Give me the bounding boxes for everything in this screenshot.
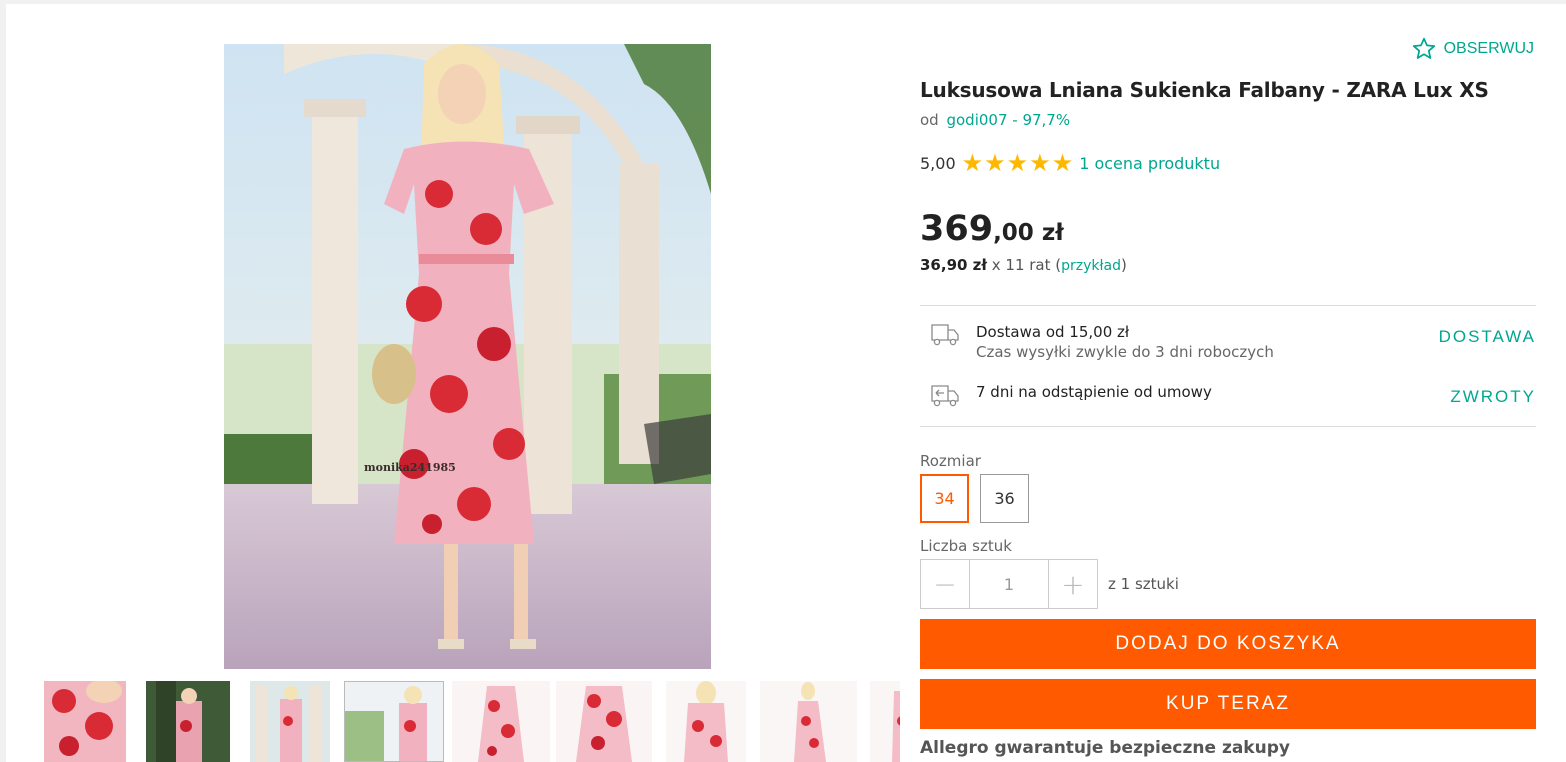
thumbnail-image — [250, 681, 330, 762]
seller-prefix: od — [920, 111, 939, 129]
price-integer: 369 — [920, 209, 994, 249]
quantity-available: z 1 sztuki — [1108, 575, 1179, 593]
quantity-stepper: − + z 1 sztuki — [920, 559, 1179, 609]
decrease-button[interactable]: − — [921, 560, 969, 608]
divider — [920, 426, 1536, 427]
size-label: Rozmiar — [920, 452, 981, 470]
buy-now-button[interactable]: KUP TERAZ — [920, 679, 1536, 729]
thumbnail-6[interactable] — [556, 681, 652, 762]
thumbnail-2[interactable] — [146, 681, 230, 762]
main-product-photo[interactable]: monika241985 — [224, 44, 711, 669]
product-price: 369,00 zł — [920, 209, 1064, 249]
thumbnail-3[interactable] — [250, 681, 330, 762]
installment-example-link[interactable]: przykład — [1061, 258, 1121, 274]
dress-photo-illustration — [224, 44, 711, 669]
follow-label: OBSERWUJ — [1443, 40, 1534, 57]
size-option-34[interactable]: 34 — [920, 474, 969, 523]
rating-stars: ★ ★ ★ ★ ★ — [961, 149, 1074, 177]
seller-line: od godi007 - 97,7% — [920, 111, 1070, 129]
thumbnail-image — [870, 681, 900, 762]
size-option-36[interactable]: 36 — [980, 474, 1029, 523]
star-icon: ★ — [1029, 149, 1051, 177]
divider — [920, 305, 1536, 306]
star-icon: ★ — [984, 149, 1006, 177]
return-truck-icon — [931, 385, 959, 407]
thumbnail-image — [44, 681, 126, 762]
thumbnail-5[interactable] — [452, 681, 550, 762]
installment-amount: 36,90 zł — [920, 256, 987, 274]
follow-button[interactable]: OBSERWUJ — [1411, 36, 1534, 62]
star-icon: ★ — [961, 149, 984, 177]
seller-link[interactable]: godi007 - 97,7% — [946, 111, 1070, 129]
delivery-text: Dostawa od 15,00 zł Czas wysyłki zwykle … — [976, 322, 1274, 362]
installments-line: 36,90 zł x 11 rat (przykład) — [920, 256, 1127, 274]
delivery-truck-icon — [931, 324, 959, 346]
thumbnail-9[interactable] — [870, 681, 900, 762]
thumbnail-4[interactable] — [344, 681, 444, 762]
quantity-label: Liczba sztuk — [920, 537, 1012, 555]
product-card: monika241985 OBSERWUJ Luksusowa Lniana S… — [6, 4, 1566, 762]
installment-count: x 11 rat — [991, 256, 1051, 274]
increase-button[interactable]: + — [1049, 560, 1097, 608]
quantity-input[interactable] — [969, 560, 1049, 608]
returns-link[interactable]: ZWROTY — [1450, 387, 1536, 407]
product-rating: 5,00 ★ ★ ★ ★ ★ 1 ocena produktu — [920, 149, 1220, 177]
add-to-cart-button[interactable]: DODAJ DO KOSZYKA — [920, 619, 1536, 669]
thumbnail-image — [760, 681, 857, 762]
thumbnail-7[interactable] — [666, 681, 746, 762]
installment-paren-close: ) — [1120, 256, 1127, 274]
delivery-subtitle: Czas wysyłki zwykle do 3 dni roboczych — [976, 343, 1274, 361]
star-icon: ★ — [1051, 149, 1074, 177]
returns-row: 7 dni na odstąpienie od umowy ZWROTY — [920, 380, 1536, 414]
thumbnail-image — [146, 681, 230, 762]
star-outline-icon — [1412, 37, 1435, 59]
star-icon: ★ — [1006, 149, 1029, 177]
thumbnail-image — [452, 681, 550, 762]
thumbnail-image — [344, 681, 444, 762]
delivery-title: Dostawa od 15,00 zł — [976, 323, 1130, 341]
guarantee-text: Allegro gwarantuje bezpieczne zakupy — [920, 738, 1290, 758]
delivery-row: Dostawa od 15,00 zł Czas wysyłki zwykle … — [920, 320, 1536, 370]
thumbnail-image — [666, 681, 746, 762]
rating-value: 5,00 — [920, 153, 956, 173]
quantity-box: − + — [920, 559, 1098, 609]
ratings-link[interactable]: 1 ocena produktu — [1079, 154, 1220, 173]
delivery-link[interactable]: DOSTAWA — [1439, 327, 1536, 347]
thumbnail-strip — [44, 681, 900, 762]
thumbnail-image — [556, 681, 652, 762]
photo-watermark: monika241985 — [364, 461, 456, 474]
product-title: Luksusowa Lniana Sukienka Falbany - ZARA… — [920, 78, 1489, 102]
returns-title: 7 dni na odstąpienie od umowy — [976, 383, 1212, 401]
thumbnail-8[interactable] — [760, 681, 857, 762]
price-decimal: ,00 zł — [993, 220, 1064, 246]
thumbnail-1[interactable] — [44, 681, 126, 762]
